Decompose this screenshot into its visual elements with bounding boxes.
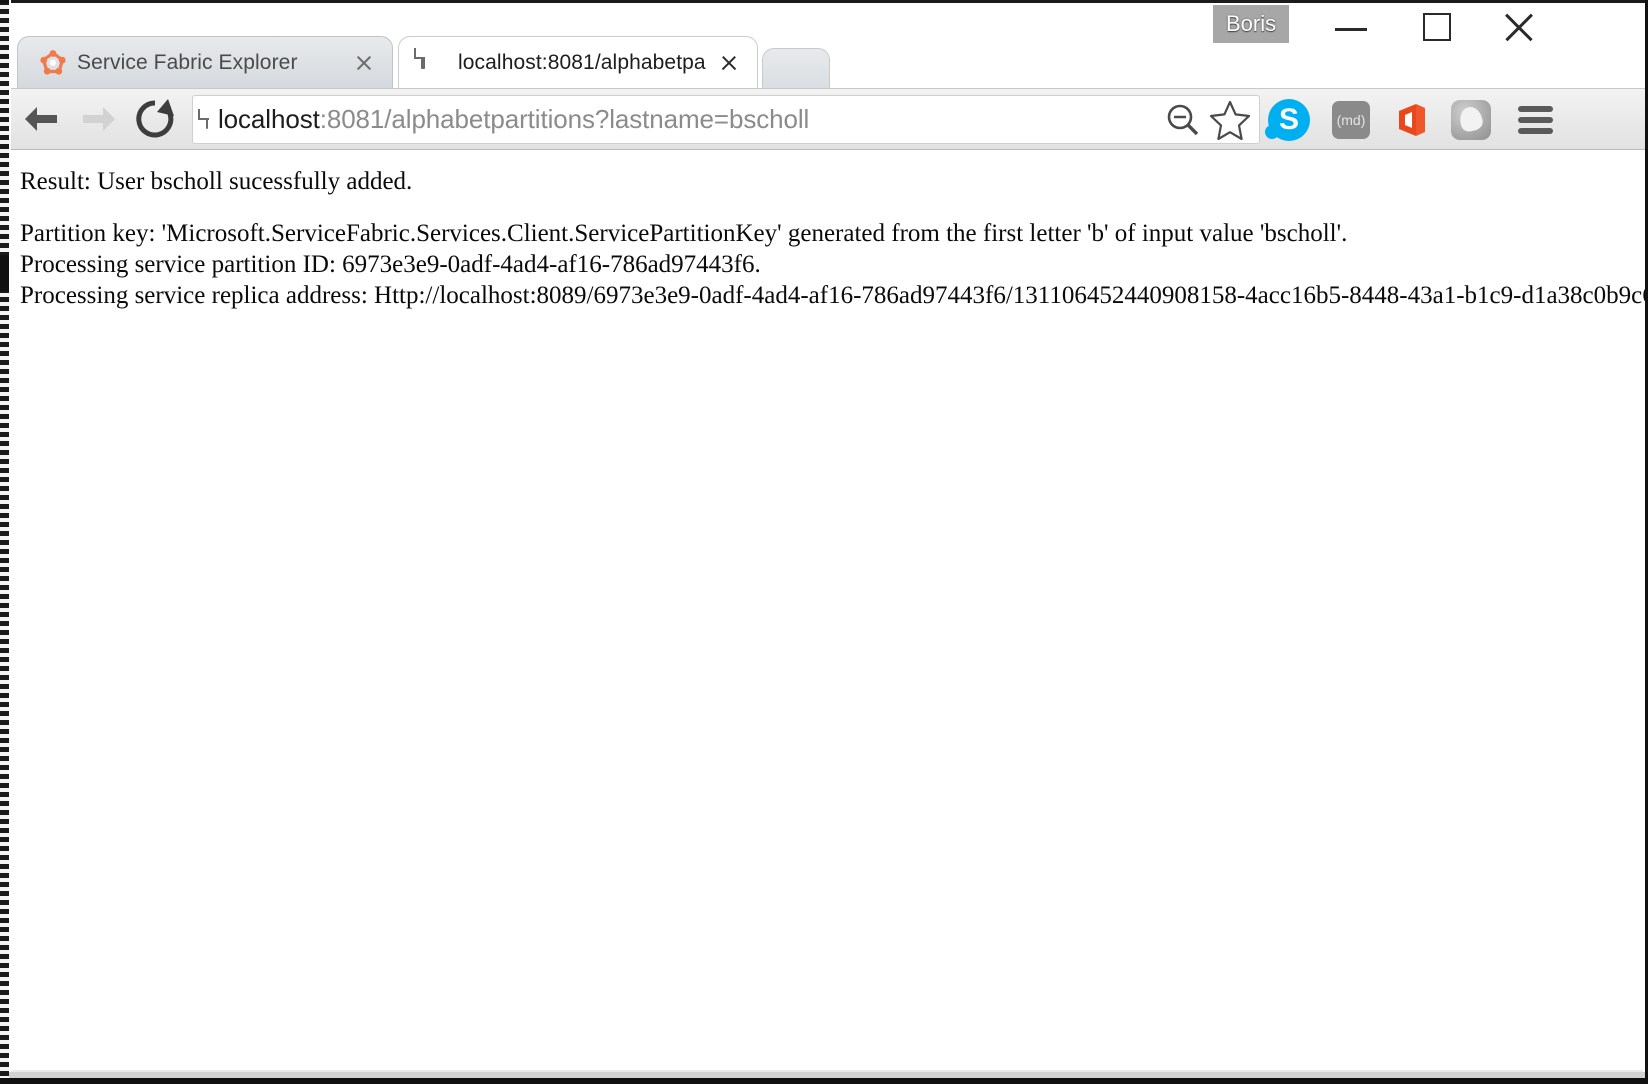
office-extension-icon[interactable] xyxy=(1390,99,1432,141)
url-path: :8081/alphabetpartitions?lastname=bschol… xyxy=(319,104,810,134)
chrome-menu-icon[interactable] xyxy=(1512,99,1558,141)
skype-extension-icon[interactable] xyxy=(1265,99,1310,141)
menu-line xyxy=(1518,117,1553,123)
tab-title: localhost:8081/alphabetpa xyxy=(458,50,706,74)
reload-icon[interactable] xyxy=(131,95,179,143)
window-frame: Service Fabric Explorer localhost:8081/a… xyxy=(0,0,1648,1084)
tab-alphabetpartitions[interactable]: localhost:8081/alphabetpa xyxy=(398,36,758,88)
tab-strip: Service Fabric Explorer localhost:8081/a… xyxy=(0,3,1648,88)
forward-arrow-icon xyxy=(75,95,123,143)
close-tab-icon[interactable] xyxy=(348,47,380,79)
maximize-button[interactable] xyxy=(1406,4,1468,50)
address-bar[interactable]: localhost:8081/alphabetpartitions?lastna… xyxy=(192,95,1260,144)
page-document-icon xyxy=(206,109,208,129)
user-profile-badge[interactable]: Boris xyxy=(1213,5,1290,43)
menu-line xyxy=(1518,128,1553,134)
tab-service-fabric-explorer[interactable]: Service Fabric Explorer xyxy=(17,36,393,88)
page-content: Result: User bscholl sucessfully added. … xyxy=(20,166,1648,311)
url-text: localhost:8081/alphabetpartitions?lastna… xyxy=(218,104,1161,135)
minimize-button[interactable] xyxy=(1320,4,1382,50)
back-arrow-icon[interactable] xyxy=(17,95,65,143)
lens-extension-icon[interactable] xyxy=(1450,99,1492,141)
window-left-edge xyxy=(0,0,9,1084)
page-viewport: Result: User bscholl sucessfully added. … xyxy=(0,150,1648,1084)
star-icon[interactable] xyxy=(1207,97,1253,143)
partition-key-line: Partition key: 'Microsoft.ServiceFabric.… xyxy=(20,220,1348,247)
browser-window: Service Fabric Explorer localhost:8081/a… xyxy=(0,0,1648,1084)
replica-address-line: Processing service replica address: Http… xyxy=(20,282,1648,309)
zoom-out-icon[interactable] xyxy=(1161,98,1205,142)
service-fabric-icon xyxy=(40,49,66,76)
markdown-extension-icon[interactable]: (md) xyxy=(1330,99,1372,141)
new-tab-button[interactable] xyxy=(762,48,830,88)
close-window-button[interactable] xyxy=(1493,4,1555,50)
browser-toolbar: localhost:8081/alphabetpartitions?lastna… xyxy=(0,88,1648,150)
close-tab-icon[interactable] xyxy=(713,47,745,79)
result-line: Result: User bscholl sucessfully added. xyxy=(20,168,413,195)
menu-line xyxy=(1518,106,1553,112)
markdown-badge-label: (md) xyxy=(1332,101,1370,139)
window-left-inner-line xyxy=(9,0,11,1084)
window-left-edge-thumb xyxy=(0,255,9,291)
url-host: localhost xyxy=(218,104,320,134)
window-bottom-border xyxy=(0,1078,1648,1084)
page-document-icon xyxy=(421,47,447,76)
partition-id-line: Processing service partition ID: 6973e3e… xyxy=(20,251,761,278)
tab-title: Service Fabric Explorer xyxy=(77,50,298,74)
